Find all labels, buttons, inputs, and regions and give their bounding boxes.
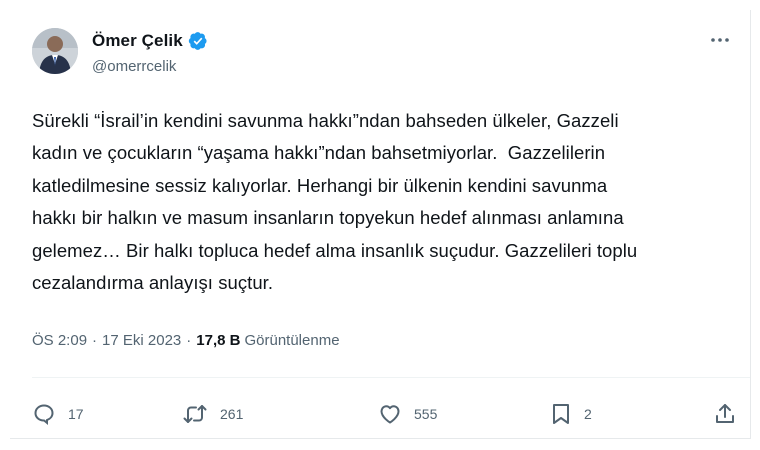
like-button[interactable]: 555 <box>378 402 437 426</box>
heart-icon <box>378 402 402 426</box>
tweet-meta: ÖS 2:09 · 17 Eki 2023 · 17,8 B Görüntüle… <box>32 332 340 349</box>
views-count: 17,8 B <box>196 332 241 349</box>
divider <box>32 377 750 378</box>
repost-icon <box>182 402 208 426</box>
repost-count: 261 <box>220 406 244 422</box>
tweet-time[interactable]: ÖS 2:09 <box>32 332 87 349</box>
avatar-image <box>32 28 78 74</box>
reply-button[interactable]: 17 <box>32 402 84 426</box>
avatar[interactable] <box>32 28 78 74</box>
tweet-text: Sürekli “İsrail’in kendini savunma hakkı… <box>32 110 638 294</box>
reply-icon <box>32 402 56 426</box>
verified-badge-icon[interactable] <box>188 31 208 51</box>
bookmark-icon <box>550 402 572 426</box>
meta-separator: · <box>92 332 98 349</box>
share-icon <box>714 402 736 426</box>
repost-button[interactable]: 261 <box>182 402 243 426</box>
author-handle[interactable]: @omerrcelik <box>92 58 176 75</box>
views-label: Görüntülenme <box>244 332 340 349</box>
author-display-name[interactable]: Ömer Çelik <box>92 31 183 51</box>
bookmark-count: 2 <box>584 406 592 422</box>
like-count: 555 <box>414 406 438 422</box>
reply-count: 17 <box>68 406 84 422</box>
author-name-row: Ömer Çelik <box>92 31 208 51</box>
tweet-date[interactable]: 17 Eki 2023 <box>102 332 181 349</box>
bookmark-button[interactable]: 2 <box>550 402 592 426</box>
action-bar: 17 261 555 2 <box>32 402 737 428</box>
share-button[interactable] <box>714 402 736 426</box>
meta-separator: · <box>186 332 192 349</box>
more-horizontal-icon[interactable] <box>708 30 732 50</box>
tweet-card: Ömer Çelik @omerrcelik Sürekli “İsrail’i… <box>10 10 751 439</box>
